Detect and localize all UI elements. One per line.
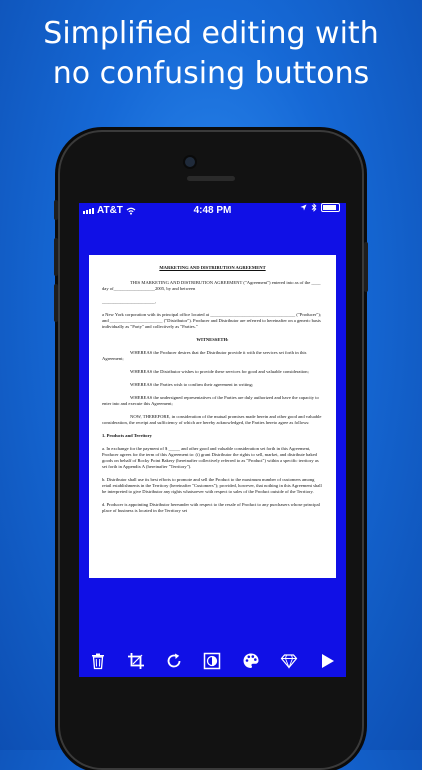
- doc-paragraph: a New York corporation with its principa…: [102, 312, 323, 330]
- doc-paragraph: WHEREAS the Distributor wishes to provid…: [102, 369, 323, 375]
- earpiece-speaker: [187, 176, 235, 181]
- location-icon: [300, 204, 307, 211]
- doc-paragraph: _______________________,: [102, 299, 323, 305]
- headline-line-1: Simplified editing with: [0, 14, 422, 54]
- contrast-icon: [203, 652, 221, 670]
- play-icon: [318, 652, 336, 670]
- delete-button[interactable]: [86, 649, 110, 673]
- front-camera: [185, 157, 195, 167]
- doc-paragraph: b. Distributor shall use its best effort…: [102, 477, 323, 495]
- battery-icon: [321, 203, 340, 212]
- document-title: MARKETING AND DISTRIBUTION AGREEMENT: [102, 265, 323, 271]
- doc-paragraph: NOW, THEREFORE, in consideration of the …: [102, 414, 323, 426]
- doc-section-heading: 1. Products and Territory: [102, 433, 323, 439]
- color-filter-button[interactable]: [239, 649, 263, 673]
- status-bar: AT&T 4:48 PM: [79, 203, 346, 219]
- headline-line-2: no confusing buttons: [0, 54, 422, 94]
- app-screen: AT&T 4:48 PM MARKETING AND DISTRIBUTION …: [79, 203, 346, 677]
- contrast-button[interactable]: [200, 649, 224, 673]
- next-button[interactable]: [315, 649, 339, 673]
- palette-icon: [242, 652, 260, 670]
- volume-down-button: [54, 284, 58, 322]
- headline: Simplified editing with no confusing but…: [0, 14, 422, 94]
- trash-icon: [89, 652, 107, 670]
- crop-icon: [127, 652, 145, 670]
- doc-paragraph: WHEREAS the Producer desires that the Di…: [102, 350, 323, 362]
- volume-up-button: [54, 238, 58, 276]
- doc-heading: WITNESSETH:: [102, 337, 323, 343]
- crop-button[interactable]: [124, 649, 148, 673]
- power-button: [364, 242, 368, 292]
- doc-paragraph: WHEREAS the Parties wish to confirm thei…: [102, 382, 323, 388]
- editing-toolbar: [79, 645, 346, 677]
- premium-button[interactable]: [277, 649, 301, 673]
- rotate-button[interactable]: [162, 649, 186, 673]
- bluetooth-icon: [311, 203, 317, 212]
- document-page[interactable]: MARKETING AND DISTRIBUTION AGREEMENT THI…: [89, 255, 336, 578]
- doc-paragraph: WHEREAS the undersigned representatives …: [102, 395, 323, 407]
- doc-paragraph: THIS MARKETING AND DISTRIBUTION AGREEMEN…: [102, 280, 323, 292]
- diamond-icon: [280, 652, 298, 670]
- rotate-icon: [165, 652, 183, 670]
- doc-paragraph: a. In exchange for the payment of $ ____…: [102, 446, 323, 470]
- doc-paragraph: d. Producer is appointing Distributor he…: [102, 502, 323, 514]
- silent-switch: [54, 200, 58, 220]
